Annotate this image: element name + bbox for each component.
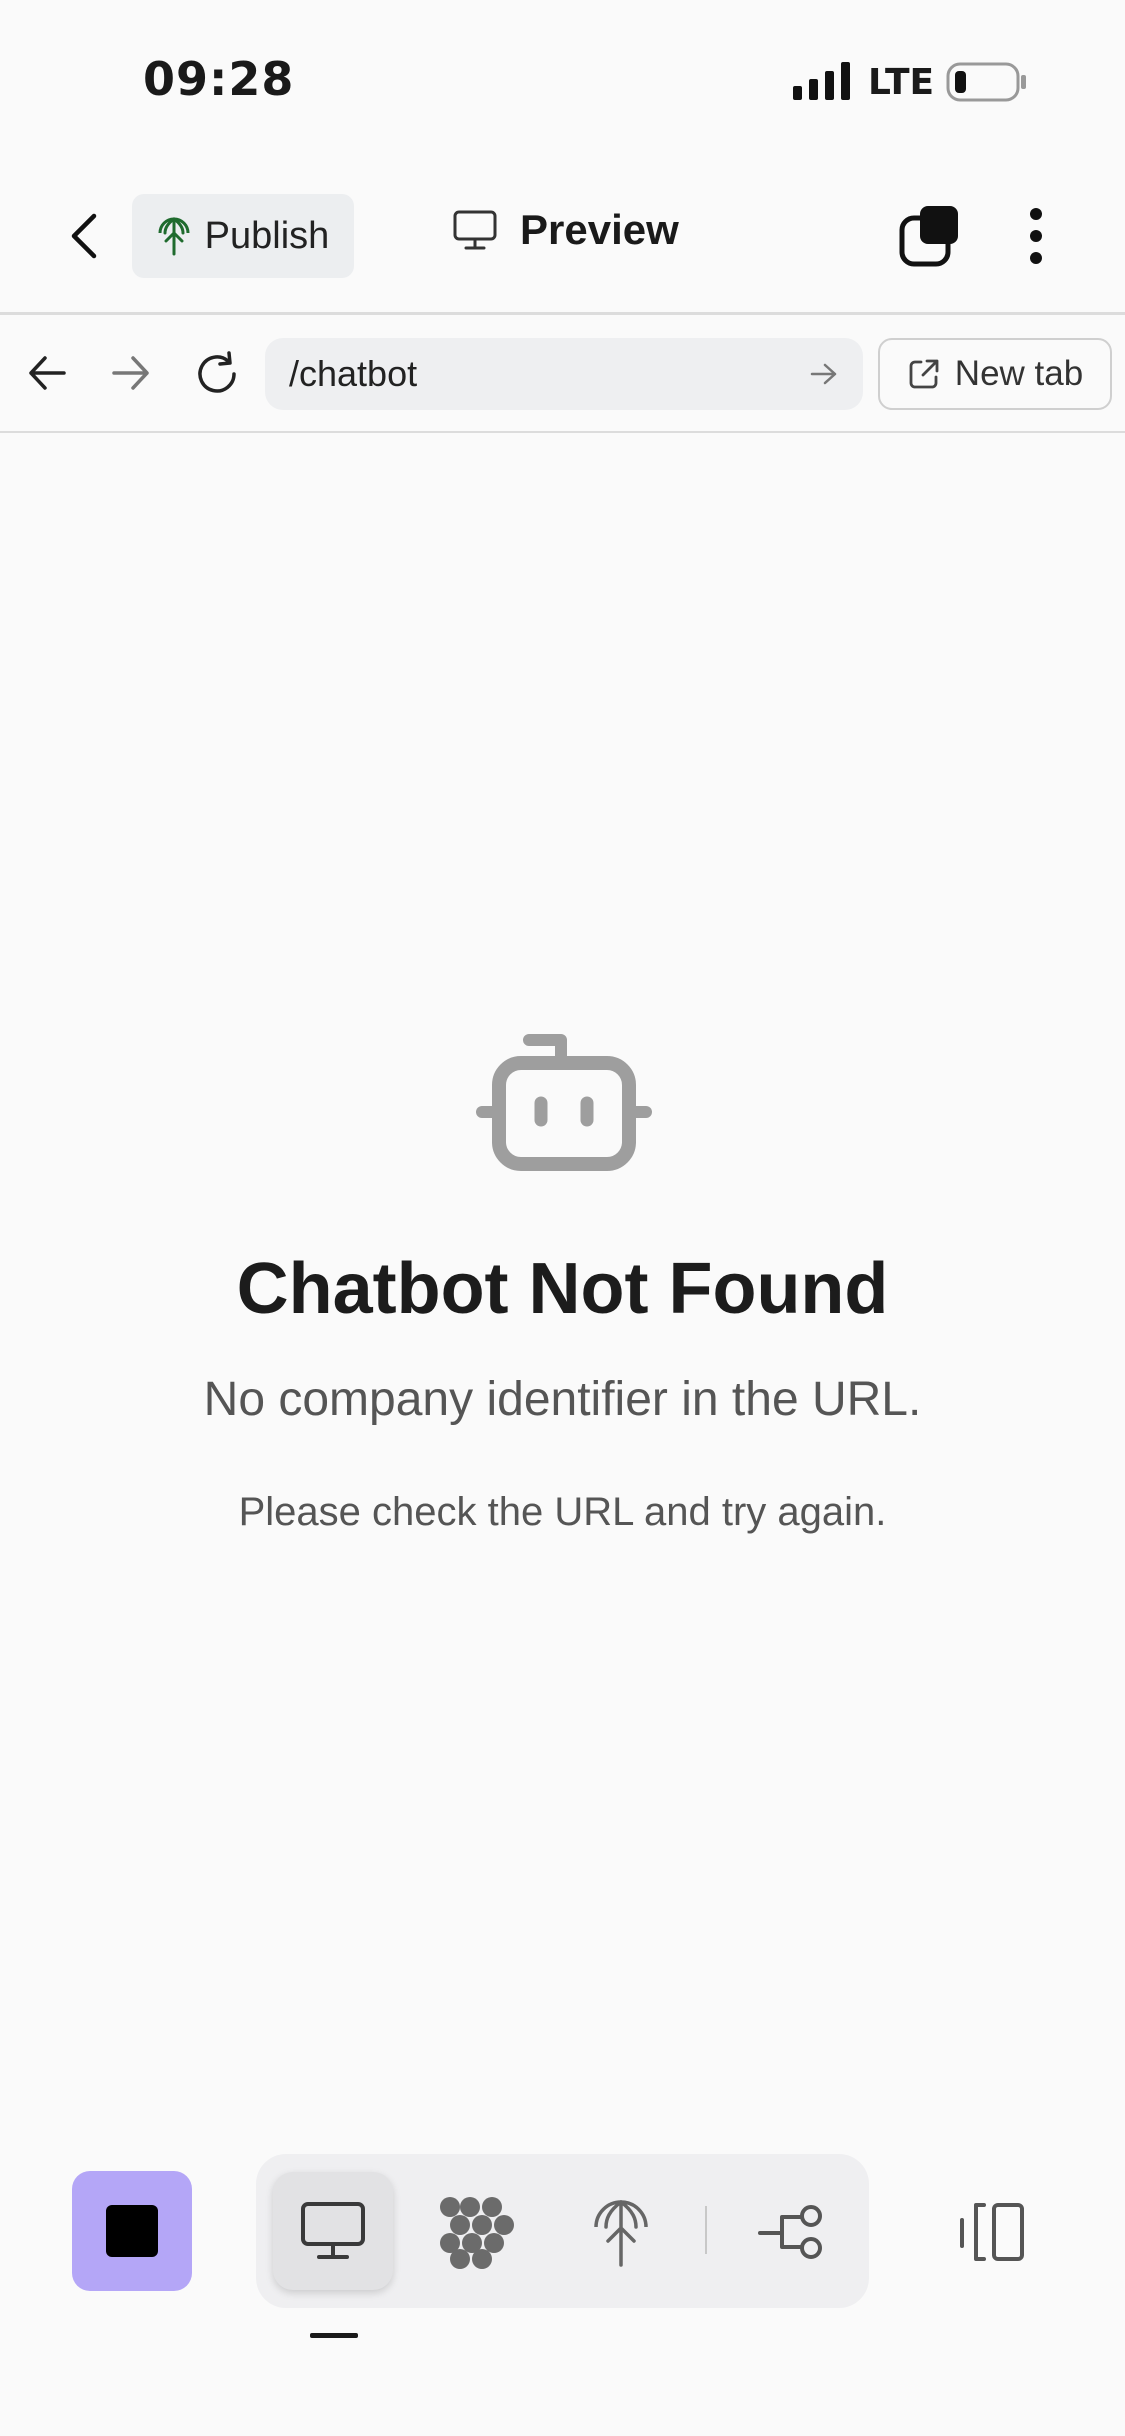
monitor-icon [452,209,498,251]
go-arrow-icon[interactable] [809,359,839,389]
pages-icon[interactable] [898,204,962,268]
cluster-icon[interactable] [438,2195,516,2271]
flow-icon[interactable] [758,2203,828,2263]
error-message: No company identifier in the URL. [203,1373,922,1426]
publish-button[interactable]: Publish [132,194,354,278]
stop-icon [106,2205,158,2257]
bot-icon [475,1024,653,1172]
preview-tab[interactable]: Preview [452,206,679,254]
signal-icon [793,62,851,100]
stop-button[interactable] [72,2171,192,2291]
external-link-icon [907,357,941,391]
monitor-icon [300,2201,366,2261]
view-switcher-divider [705,2206,707,2254]
browser-bar-divider [0,431,1125,433]
refresh-icon[interactable] [193,350,241,398]
panel-toggle-icon[interactable] [958,2202,1028,2262]
page-title: Chatbot Not Found [236,1249,889,1329]
more-vertical-icon[interactable] [1022,206,1050,266]
publish-label: Publish [204,214,330,257]
back-arrow-icon[interactable] [26,352,68,394]
new-tab-button[interactable]: New tab [878,338,1112,410]
new-tab-label: New tab [954,354,1084,393]
publish-icon[interactable] [592,2197,650,2269]
battery-icon [946,62,1028,102]
network-label: LTE [868,62,935,103]
toolbar-divider [0,312,1125,315]
url-input[interactable]: /chatbot [265,338,863,410]
home-indicator [310,2333,358,2338]
chevron-left-icon[interactable] [64,210,104,262]
publish-icon [157,216,191,256]
forward-arrow-icon[interactable] [110,352,152,394]
error-hint: Please check the URL and try again. [238,1490,887,1534]
url-text: /chatbot [289,353,418,394]
status-time: 09:28 [143,52,295,106]
preview-label: Preview [520,206,679,253]
